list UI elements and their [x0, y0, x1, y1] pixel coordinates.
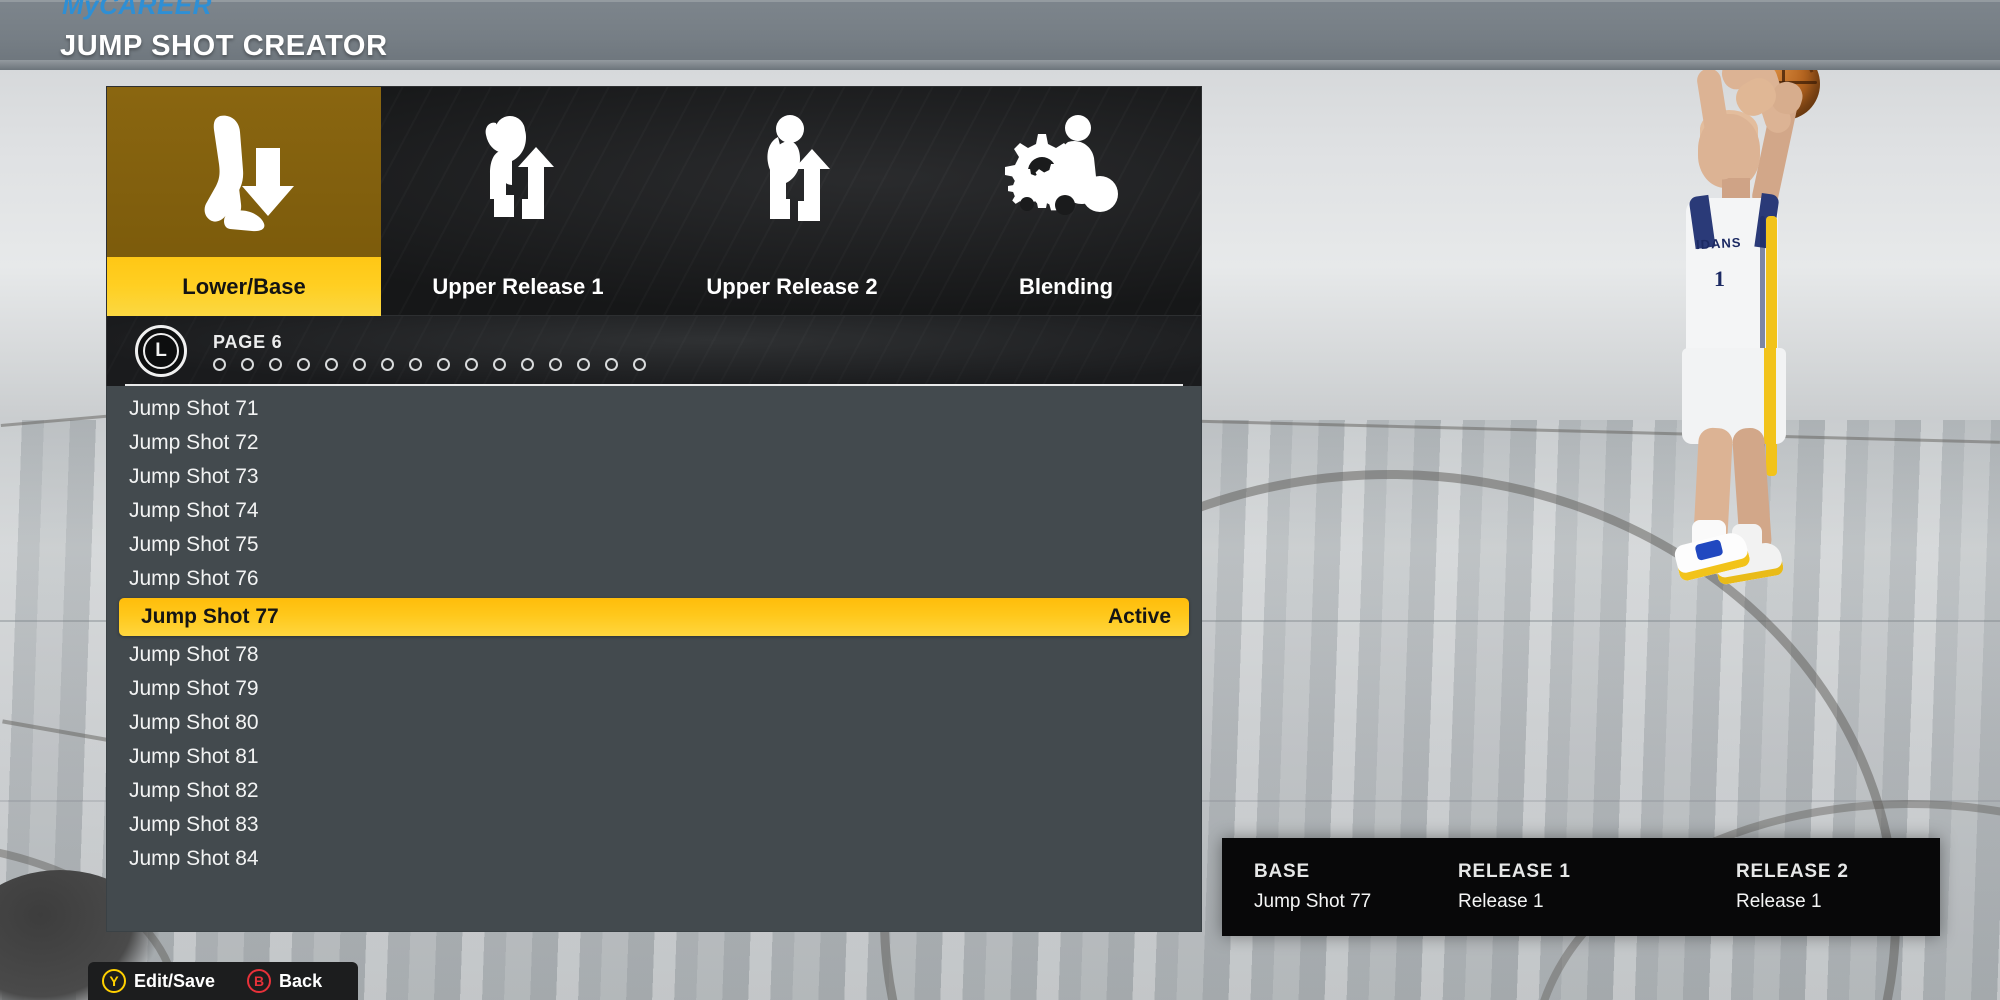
jump-shot-row[interactable]: Jump Shot 83 — [107, 808, 1201, 842]
jump-shot-creator-screen: IDANS 1 MyCAREER JUMP SHOT CREATOR Lower… — [0, 0, 2000, 1000]
jump-shot-name: Jump Shot 79 — [129, 677, 259, 700]
back-label: Back — [279, 970, 323, 991]
current-loadout-panel: BASE Jump Shot 77 RELEASE 1 Release 1 RE… — [1222, 838, 1940, 936]
gears-player-icon — [929, 87, 1203, 257]
jump-shot-list[interactable]: Jump Shot 71 Jump Shot 72 Jump Shot 73 Jump… — [106, 386, 1202, 932]
loadout-heading: BASE — [1254, 861, 1310, 882]
jump-shot-row[interactable]: Jump Shot 75 — [107, 528, 1201, 562]
jump-shot-row[interactable]: Jump Shot 76 — [107, 562, 1201, 596]
loadout-column-release-2: RELEASE 2 Release 1 — [1736, 861, 1936, 913]
loadout-heading: RELEASE 1 — [1458, 861, 1571, 882]
page-dot[interactable] — [325, 357, 338, 371]
page-dot[interactable] — [521, 357, 534, 371]
edit-save-button[interactable]: Y Edit/Save — [102, 969, 215, 993]
action-button-bar: Y Edit/Save B Back — [88, 962, 358, 1000]
page-dot[interactable] — [633, 357, 646, 371]
tab-upper-release-1[interactable]: Upper Release 1 — [381, 87, 655, 317]
jump-shot-name: Jump Shot 83 — [129, 813, 259, 836]
jump-shot-row[interactable]: Jump Shot 72 — [107, 426, 1201, 460]
jersey-number: 1 — [1714, 266, 1725, 291]
jump-shot-name: Jump Shot 71 — [129, 397, 259, 420]
jump-shot-row-selected[interactable]: Jump Shot 77 Active — [119, 598, 1189, 636]
page-indicator-block: PAGE 6 — [213, 332, 646, 371]
page-dot[interactable] — [213, 357, 226, 371]
page-dot[interactable] — [437, 357, 450, 371]
jump-shot-row[interactable]: Jump Shot 81 — [107, 740, 1201, 774]
jump-shot-row[interactable]: Jump Shot 82 — [107, 774, 1201, 808]
player-model: IDANS 1 — [1500, 30, 1826, 690]
tab-lower-base[interactable]: Lower/Base — [107, 87, 381, 317]
jump-shot-row[interactable]: Jump Shot 84 — [107, 842, 1201, 876]
jump-shot-row[interactable]: Jump Shot 80 — [107, 706, 1201, 740]
tab-blending[interactable]: Blending — [929, 87, 1203, 317]
page-dot[interactable] — [297, 357, 310, 371]
page-dot[interactable] — [493, 357, 506, 371]
jump-shot-row[interactable]: Jump Shot 73 — [107, 460, 1201, 494]
page-dot[interactable] — [549, 357, 562, 371]
jump-shot-name: Jump Shot 74 — [129, 499, 259, 522]
jump-shot-name: Jump Shot 76 — [129, 567, 259, 590]
shooter-up-arrow-2-icon — [655, 87, 929, 257]
jump-shot-row[interactable]: Jump Shot 78 — [107, 638, 1201, 672]
loadout-column-base: BASE Jump Shot 77 — [1254, 861, 1458, 913]
shorts-stripe — [1764, 348, 1776, 444]
y-button-icon: Y — [102, 969, 126, 993]
page-dot[interactable] — [605, 357, 618, 371]
edit-save-label: Edit/Save — [134, 970, 216, 991]
page-dot[interactable] — [269, 357, 282, 371]
jump-shot-name: Jump Shot 84 — [129, 847, 259, 870]
shooter-up-arrow-icon — [381, 87, 655, 257]
loadout-column-release-1: RELEASE 1 Release 1 — [1458, 861, 1736, 913]
page-dot[interactable] — [381, 357, 394, 371]
page-dot[interactable] — [577, 357, 590, 371]
page-dot[interactable] — [465, 357, 478, 371]
page-label: PAGE 6 — [213, 331, 283, 352]
leg-down-arrow-icon — [107, 87, 381, 257]
jump-shot-name: Jump Shot 78 — [129, 643, 259, 666]
left-bumper-button[interactable]: L — [135, 325, 187, 377]
jump-shot-name: Jump Shot 73 — [129, 465, 259, 488]
jump-shot-row[interactable]: Jump Shot 79 — [107, 672, 1201, 706]
jump-shot-status-badge: Active — [1107, 605, 1171, 628]
page-navigation-row: L PAGE 6 — [106, 316, 1202, 386]
jump-shot-name: Jump Shot 75 — [129, 533, 259, 556]
jump-shot-panel: Lower/Base Upper Release 1 Upper Release… — [106, 86, 1202, 932]
loadout-value: Jump Shot 77 — [1254, 891, 1372, 912]
page-dots[interactable] — [213, 357, 646, 371]
tab-label: Upper Release 1 — [432, 274, 604, 299]
tab-label: Blending — [1018, 274, 1114, 299]
tab-strip: Lower/Base Upper Release 1 Upper Release… — [106, 86, 1203, 317]
jump-shot-name: Jump Shot 82 — [129, 779, 259, 802]
bumper-label: L — [143, 333, 179, 369]
jump-shot-row[interactable]: Jump Shot 74 — [107, 494, 1201, 528]
page-dot[interactable] — [241, 357, 254, 371]
loadout-value: Release 1 — [1736, 891, 1822, 912]
b-button-icon: B — [247, 969, 272, 993]
jump-shot-name: Jump Shot 72 — [129, 431, 259, 454]
tab-label: Upper Release 2 — [706, 274, 878, 299]
jump-shot-name: Jump Shot 81 — [129, 745, 259, 768]
mode-label: MyCAREER — [62, 0, 212, 20]
page-title: JUMP SHOT CREATOR — [60, 30, 388, 62]
jump-shot-row[interactable]: Jump Shot 71 — [107, 392, 1201, 426]
back-button[interactable]: B Back — [247, 969, 322, 993]
loadout-value: Release 1 — [1458, 891, 1544, 912]
jump-shot-name: Jump Shot 77 — [141, 605, 279, 628]
loadout-heading: RELEASE 2 — [1736, 861, 1849, 882]
jump-shot-name: Jump Shot 80 — [129, 711, 259, 734]
page-dot[interactable] — [353, 357, 366, 371]
tab-label: Lower/Base — [107, 257, 381, 317]
jersey-team-text: IDANS — [1695, 234, 1742, 253]
tab-upper-release-2[interactable]: Upper Release 2 — [655, 87, 929, 317]
page-dot[interactable] — [409, 357, 422, 371]
